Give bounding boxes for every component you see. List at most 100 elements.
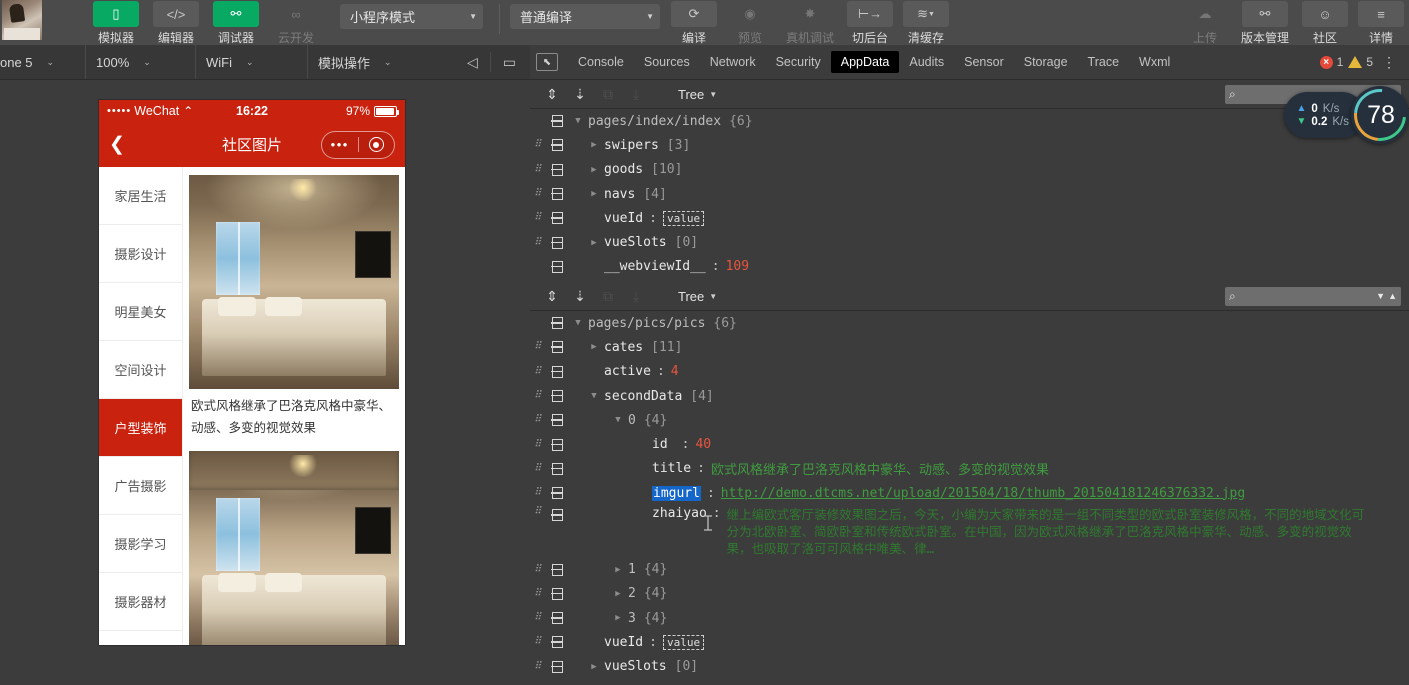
tree-row[interactable]: ⠿ ▼ pages/pics/pics {6} [530,311,1409,335]
tab-audits[interactable]: Audits [899,51,954,73]
twisty-right-icon[interactable]: ▶ [584,140,604,150]
drag-handle[interactable]: ⠿ [530,415,546,425]
picture-list[interactable]: 欧式风格继承了巴洛克风格中豪华、动感、多变的视觉效果 [183,167,405,645]
tree-row[interactable]: ⠿ ▶ vueSlots [0] [530,230,1409,254]
collapse-all-icon[interactable]: ⇣ [566,86,594,103]
compile-select[interactable]: 普通编译 ▼ [510,4,660,29]
more-options-icon[interactable]: ⋮ [1378,54,1401,71]
drag-handle[interactable]: ⠿ [530,564,546,574]
twisty-right-icon[interactable]: ▶ [584,662,604,672]
twisty-right-icon[interactable]: ▶ [608,613,628,623]
simulate-action-select[interactable]: 模拟操作 ⌄ [308,45,426,79]
picture-card[interactable]: 欧式风格继承了巴洛克风格中豪华、动感、多变的视觉效果 [189,175,399,447]
category-item-1[interactable]: 摄影设计 [99,225,182,283]
drag-handle[interactable]: ⠿ [530,164,546,174]
tree-row[interactable]: ⠿ id : 40 [530,432,1409,456]
phone-simulator[interactable]: ••••• WeChat ⌃ 16:22 97% ❮ 社区图片 ••• 家居生活… [99,100,405,645]
toolbar-button-upload[interactable]: ☁ 上传 [1177,0,1233,46]
tab-console[interactable]: Console [568,51,634,73]
tree-row[interactable]: ⠿ ▼ pages/index/index {6} [530,109,1409,133]
drag-handle[interactable]: ⠿ [530,613,546,623]
tab-appdata[interactable]: AppData [830,51,900,73]
tree-row[interactable]: ⠿ ▼ 0 {4} [530,408,1409,432]
tree-value-number[interactable]: 109 [726,259,749,274]
wechat-capsule-button[interactable]: ••• [321,130,395,159]
tab-wxml[interactable]: Wxml [1129,51,1180,73]
drag-handle[interactable]: ⠿ [530,439,546,449]
toolbar-button-real-device-debug[interactable]: ✸ 真机调试 [778,0,842,46]
inspect-cursor-icon[interactable]: ⬉ [536,53,558,71]
picture-card[interactable] [189,451,399,645]
tree-value-link[interactable]: http://demo.dtcms.net/upload/201504/18/t… [721,486,1245,501]
twisty-right-icon[interactable]: ▶ [608,589,628,599]
category-item-0[interactable]: 家居生活 [99,167,182,225]
tree-row[interactable]: ⠿ ▼ secondData [4] [530,384,1409,408]
zoom-select[interactable]: 100% ⌄ [86,45,196,79]
volume-icon[interactable]: ◁ [461,54,484,71]
twisty-right-icon[interactable]: ▶ [608,565,628,575]
tree-row[interactable]: ⠿ ▶ cates [11] [530,335,1409,359]
drag-handle[interactable]: ⠿ [530,488,546,498]
tab-trace[interactable]: Trace [1078,51,1130,73]
target-icon[interactable] [359,137,395,152]
network-select[interactable]: WiFi ⌄ [196,45,308,79]
tree-row[interactable]: ⠿ vueId : value [530,630,1409,654]
toolbar-button-cloud-dev[interactable]: ∞ 云开发 [266,0,326,46]
view-mode-select[interactable]: Tree ▼ [678,289,717,304]
network-speed-widget[interactable]: ▲ 0 K/s ▼ 0.2 K/s 78 [1284,86,1409,144]
tree-value-number[interactable]: 40 [695,437,711,452]
expand-all-icon[interactable]: ⇕ [538,288,566,305]
category-item-5[interactable]: 广告摄影 [99,457,182,515]
toolbar-button-preview[interactable]: ◉ 预览 [722,0,778,46]
drag-handle[interactable]: ⠿ [530,140,546,150]
category-item-7[interactable]: 摄影器材 [99,573,182,631]
tree-key-selected[interactable]: imgurl [652,485,701,501]
twisty-down-icon[interactable]: ▼ [568,318,588,328]
twisty-right-icon[interactable]: ▶ [584,189,604,199]
drag-handle[interactable]: ⠿ [530,463,546,473]
twisty-right-icon[interactable]: ▶ [584,342,604,352]
screen-icon[interactable]: ▭ [497,54,522,71]
warning-badge[interactable]: 5 [1348,55,1373,69]
tree-value-placeholder[interactable]: value [662,210,705,226]
tree-row[interactable]: ⠿ ▶ 2 {4} [530,582,1409,606]
tree-row[interactable]: ⠿ active : 4 [530,360,1409,384]
toolbar-button-compile[interactable]: ⟳ 编译 [666,0,722,46]
collapse-all-icon[interactable]: ⇣ [566,288,594,305]
tab-network[interactable]: Network [700,51,766,73]
tree-row[interactable]: ⠿ zhaiyao : 继上编欧式客厅装修效果图之后，今天，小编为大家带来的是一… [530,505,1409,557]
tree-row[interactable]: ⠿ __webviewId__ : 109 [530,255,1409,279]
drag-handle[interactable]: ⠿ [530,237,546,247]
mode-select[interactable]: 小程序模式 ▼ [340,4,483,29]
tree-rows[interactable]: ⠿ ▼ pages/index/index {6} ⠿ ▶ swipers [3… [530,109,1409,282]
toolbar-button-clear-cache[interactable]: ≋ ▼ 清缓存 [898,0,954,46]
search-prev-icon[interactable]: ▼ [1376,291,1385,301]
tab-storage[interactable]: Storage [1014,51,1078,73]
tab-sources[interactable]: Sources [634,51,700,73]
tree-rows[interactable]: ⠿ ▼ pages/pics/pics {6} ⠿ ▶ cates [11] [530,311,1409,685]
toolbar-button-version-control[interactable]: ⚯ 版本管理 [1233,0,1297,46]
search-input[interactable]: ⌕ ▼ ▲ [1225,286,1401,306]
error-badge[interactable]: × 1 [1319,55,1343,69]
drag-handle[interactable]: ⠿ [530,506,546,517]
twisty-right-icon[interactable]: ▶ [584,165,604,175]
tree-row[interactable]: ⠿ ▶ vueSlots [0] [530,655,1409,679]
search-next-icon[interactable]: ▲ [1388,291,1397,301]
drag-handle[interactable]: ⠿ [530,213,546,223]
tree-value-number[interactable]: 4 [671,364,679,379]
tree-value-string[interactable]: 欧式风格继承了巴洛克风格中豪华、动感、多变的视觉效果 [711,459,1049,478]
toolbar-button-community[interactable]: ☺ 社区 [1297,0,1353,46]
tree-row[interactable]: ⠿ ▶ swipers [3] [530,133,1409,157]
toolbar-button-simulator[interactable]: ▯ 模拟器 [86,0,146,46]
expand-all-icon[interactable]: ⇕ [538,86,566,103]
tree-value-string[interactable]: 继上编欧式客厅装修效果图之后，今天，小编为大家带来的是一组不同类型的欧式卧室装修… [727,506,1367,557]
category-item-2[interactable]: 明星美女 [99,283,182,341]
tab-security[interactable]: Security [766,51,831,73]
tree-row[interactable]: ⠿ ▶ 1 {4} [530,557,1409,581]
drag-handle[interactable]: ⠿ [530,189,546,199]
category-item-6[interactable]: 摄影学习 [99,515,182,573]
drag-handle[interactable]: ⠿ [530,588,546,598]
device-select[interactable]: one 5 ⌄ [0,45,86,79]
drag-handle[interactable]: ⠿ [530,661,546,671]
cpu-gauge[interactable]: 78 [1351,86,1409,144]
